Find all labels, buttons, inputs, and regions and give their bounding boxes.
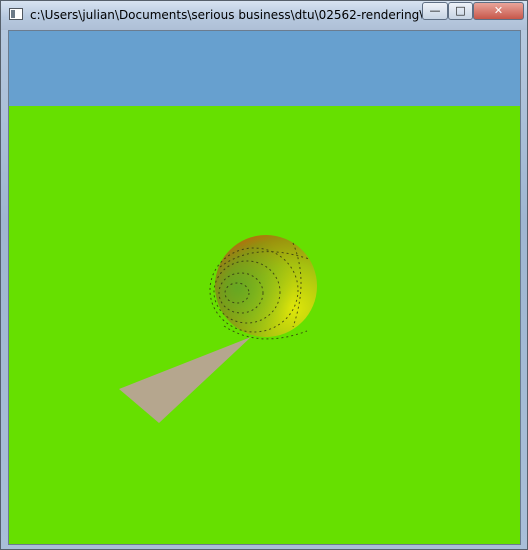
- minimize-button[interactable]: —: [422, 2, 448, 20]
- window-controls: — □ ✕: [422, 2, 524, 21]
- app-icon[interactable]: [9, 8, 23, 20]
- window-title: c:\Users\julian\Documents\serious busine…: [30, 8, 422, 22]
- close-button[interactable]: ✕: [473, 2, 524, 20]
- app-window: c:\Users\julian\Documents\serious busine…: [0, 0, 528, 550]
- maximize-icon: □: [455, 4, 466, 17]
- close-icon: ✕: [493, 4, 504, 17]
- title-bar[interactable]: c:\Users\julian\Documents\serious busine…: [1, 1, 527, 30]
- render-viewport[interactable]: [8, 30, 521, 545]
- minimize-icon: —: [429, 4, 441, 17]
- maximize-button[interactable]: □: [448, 2, 473, 20]
- scene-sphere: [209, 235, 317, 340]
- scene-canvas: [119, 235, 317, 423]
- scene-triangle: [119, 337, 251, 423]
